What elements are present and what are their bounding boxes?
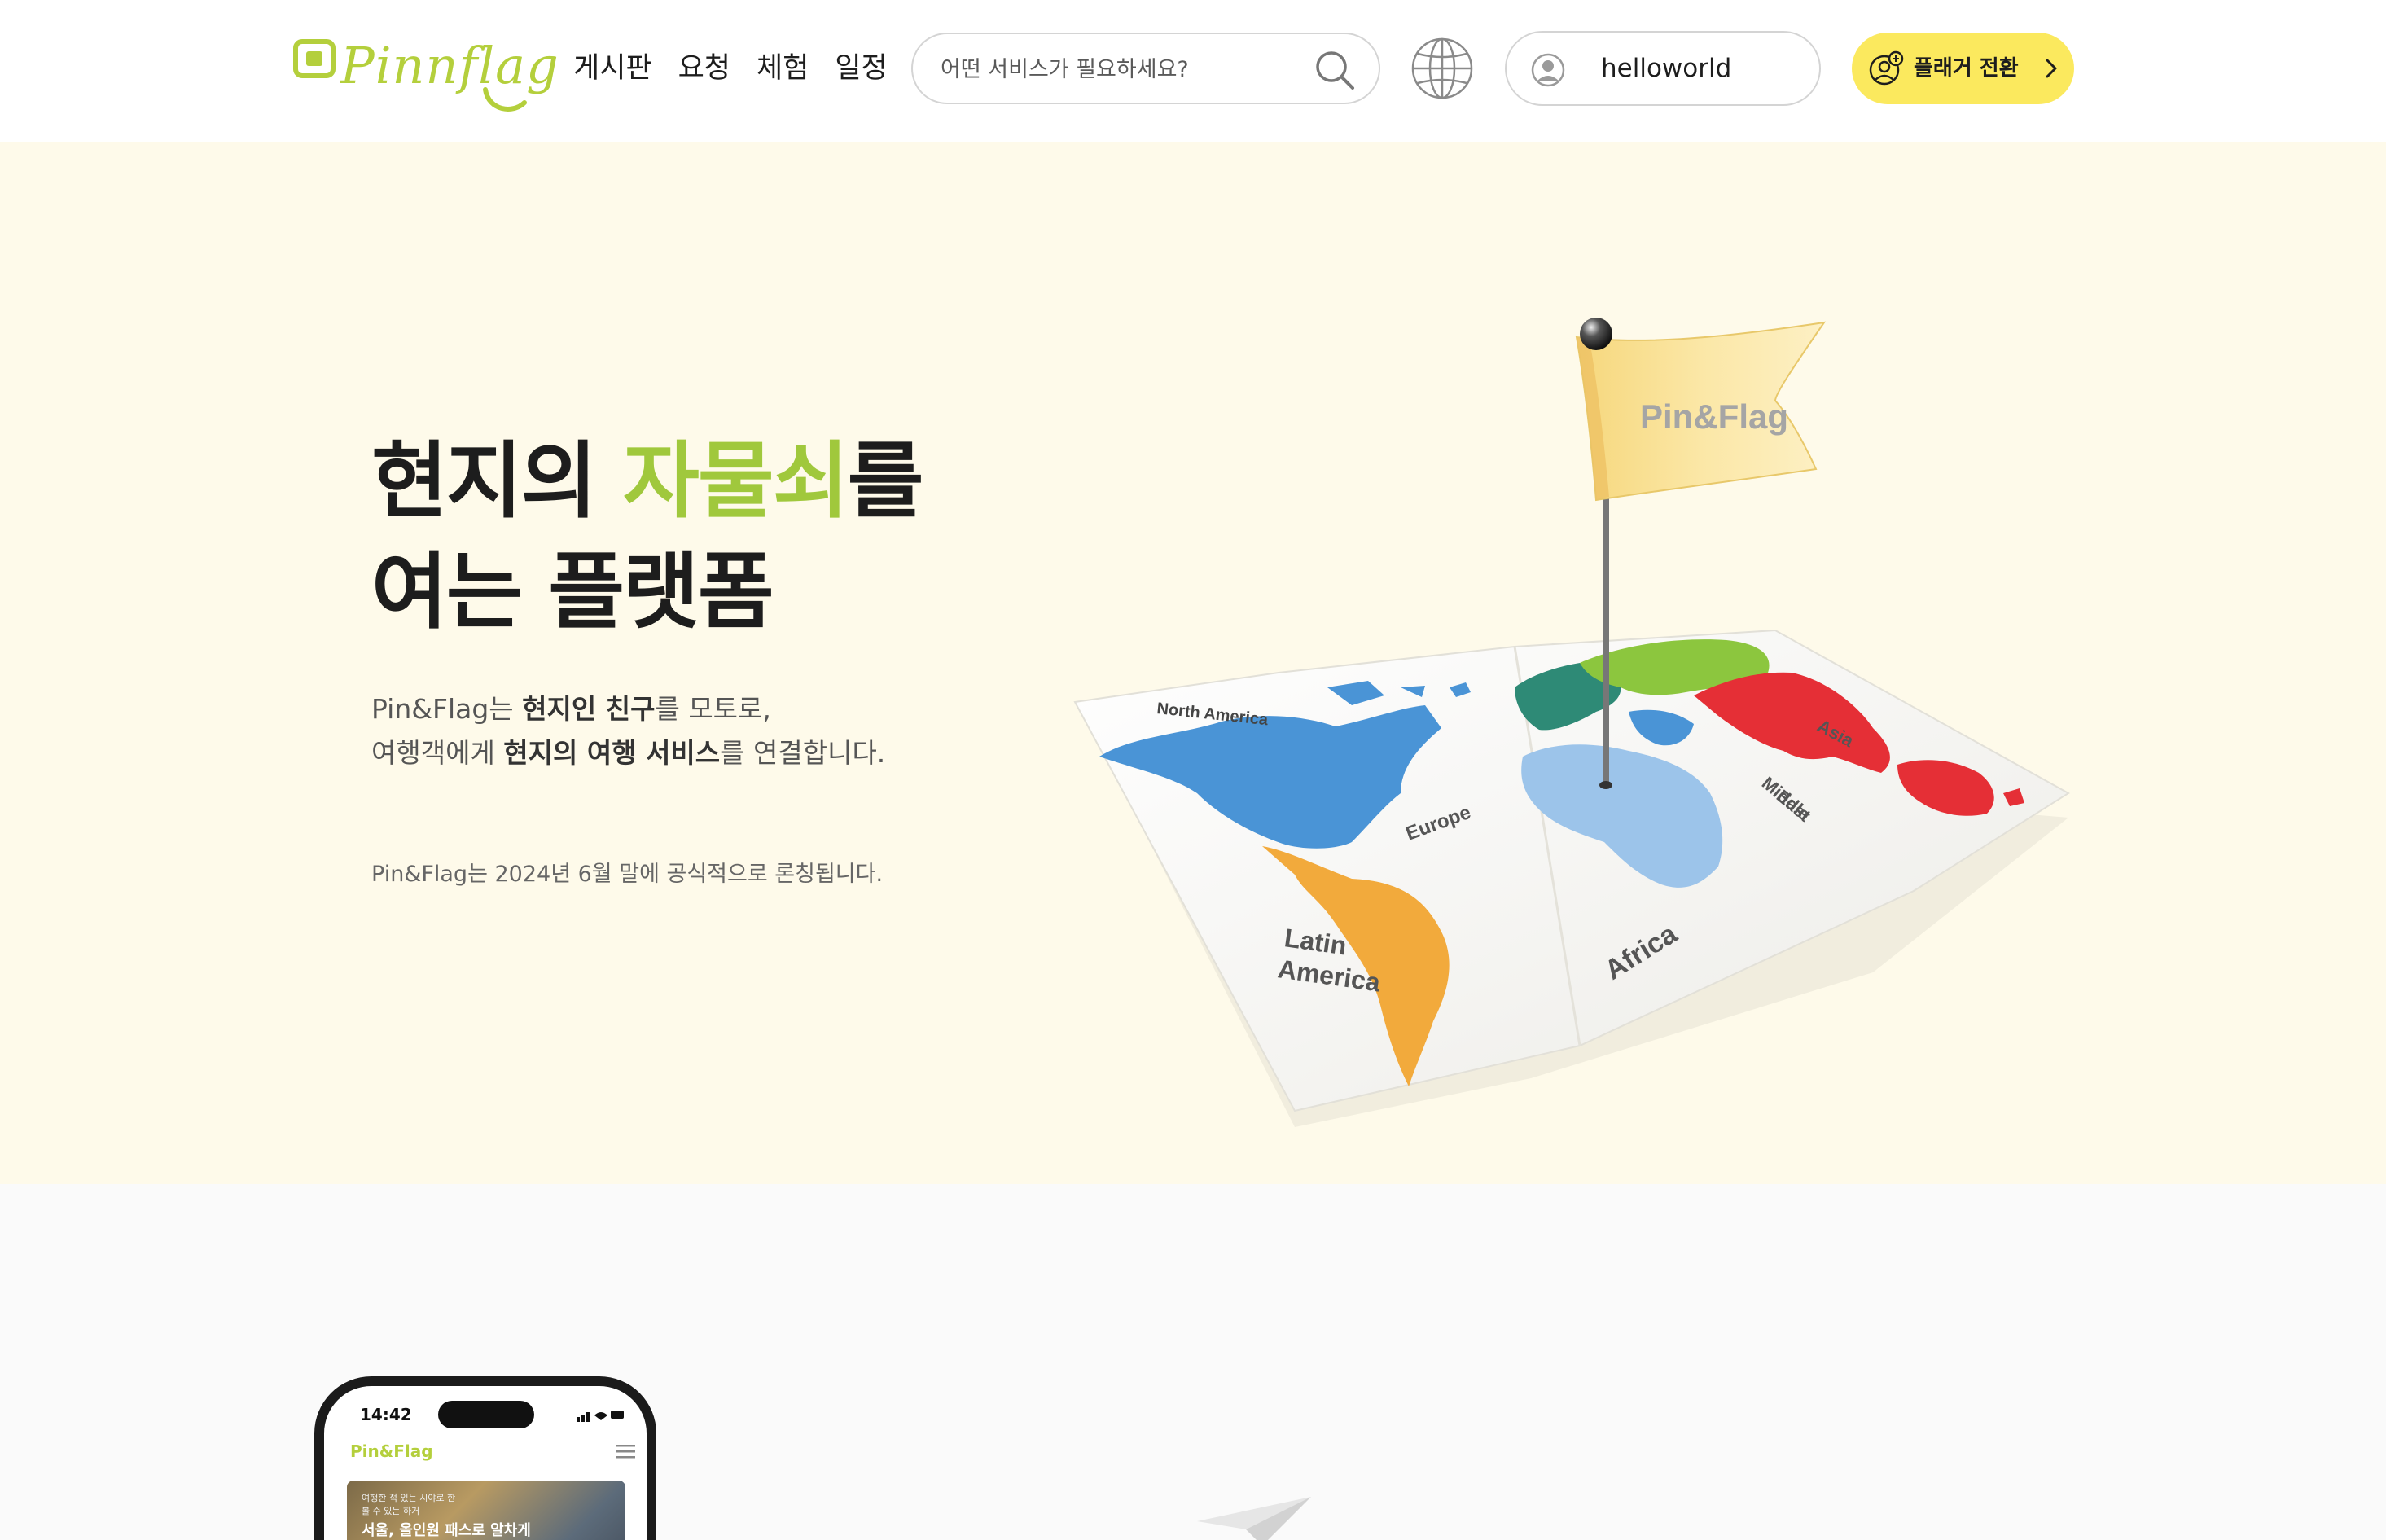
flagger-switch-button[interactable]: 플래거 전환	[1852, 33, 2074, 104]
pin-head	[1580, 318, 1612, 350]
hero-title-accent: 자물쇠	[623, 433, 849, 530]
hero-title-line1-post: 를	[847, 433, 924, 530]
user-switch-icon	[1869, 50, 1904, 86]
menu-icon	[616, 1445, 635, 1459]
flagger-switch-label: 플래거 전환	[1914, 56, 2019, 81]
flag-text: Pin&Flag	[1640, 397, 1788, 436]
phone-feature-card: 여행한 적 있는 시야로 한 볼 수 있는 하거 서울, 올인원 패스로 알차게	[347, 1481, 625, 1540]
phone-dynamic-island	[438, 1401, 534, 1428]
nav-request[interactable]: 요청	[678, 47, 730, 90]
site-header: Pinnflag 게시판 요청 체험 일정 어떤 서비스가 필요하세요? hel…	[0, 0, 2386, 142]
world-map-illustration: North America Europe Asia Middle East La…	[1073, 318, 2070, 1127]
nav-schedule[interactable]: 일정	[835, 47, 887, 90]
page: Pinnflag 게시판 요청 체험 일정 어떤 서비스가 필요하세요? hel…	[0, 0, 2386, 1540]
logo-tail-icon	[483, 87, 527, 112]
nav-experience[interactable]: 체험	[757, 47, 809, 90]
hero-desc-text: Pin&Flag는	[371, 693, 523, 725]
signal-battery-icon	[577, 1411, 624, 1422]
hero-title-line1-pre: 현지의	[371, 433, 624, 530]
chevron-right-icon	[2046, 59, 2057, 78]
hero-desc-bold: 현지의 여행 서비스	[503, 737, 721, 769]
hero-desc-text: 를 모토로,	[655, 693, 771, 725]
search-box	[911, 33, 1380, 104]
search-input[interactable]	[941, 49, 1299, 90]
search-icon[interactable]	[1312, 47, 1357, 93]
hero-desc-text: 를 연결합니다.	[720, 737, 886, 769]
user-name: helloworld	[1601, 54, 1732, 83]
globe-icon[interactable]	[1410, 36, 1475, 101]
pin-base	[1599, 781, 1612, 789]
hero-desc-bold: 현지인 친구	[522, 693, 656, 725]
hero-section: 현지의 자물쇠를 여는 플랫폼 Pin&Flag는 현지인 친구를 모토로, 여…	[0, 142, 2386, 1184]
app-preview-section: 14:42 Pin&Flag 여행한 적 있는 시야로 한 볼 수 있는 하거 …	[0, 1184, 2386, 1540]
phone-card-title: 서울, 올인원 패스로 알차게	[362, 1522, 531, 1539]
hero-title-line2: 여는 플랫폼	[371, 544, 774, 641]
hero-desc-text: 여행객에게	[371, 737, 504, 769]
user-menu[interactable]: helloworld	[1505, 31, 1821, 106]
paper-plane-icon	[1197, 1497, 1311, 1540]
user-avatar-icon	[1531, 53, 1565, 87]
phone-screen: 14:42 Pin&Flag 여행한 적 있는 시야로 한 볼 수 있는 하거 …	[324, 1386, 647, 1540]
phone-card-subtext-1: 여행한 적 있는 시야로 한	[362, 1493, 456, 1503]
nav-board[interactable]: 게시판	[573, 47, 652, 90]
logo[interactable]: Pinnflag	[293, 34, 559, 116]
hero-title: 현지의 자물쇠를 여는 플랫폼	[371, 427, 924, 648]
main-nav: 게시판 요청 체험 일정	[573, 47, 888, 90]
launch-note: Pin&Flag는 2024년 6월 말에 공식적으로 론칭됩니다.	[371, 862, 884, 887]
phone-time: 14:42	[360, 1405, 412, 1424]
hero-description: Pin&Flag는 현지인 친구를 모토로, 여행객에게 현지의 여행 서비스를…	[371, 687, 885, 775]
phone-mockup: 14:42 Pin&Flag 여행한 적 있는 시야로 한 볼 수 있는 하거 …	[314, 1376, 656, 1540]
phone-card-subtext-2: 볼 수 있는 하거	[362, 1506, 420, 1516]
logo-mark-icon	[293, 39, 336, 78]
phone-app-brand: Pin&Flag	[350, 1441, 433, 1461]
